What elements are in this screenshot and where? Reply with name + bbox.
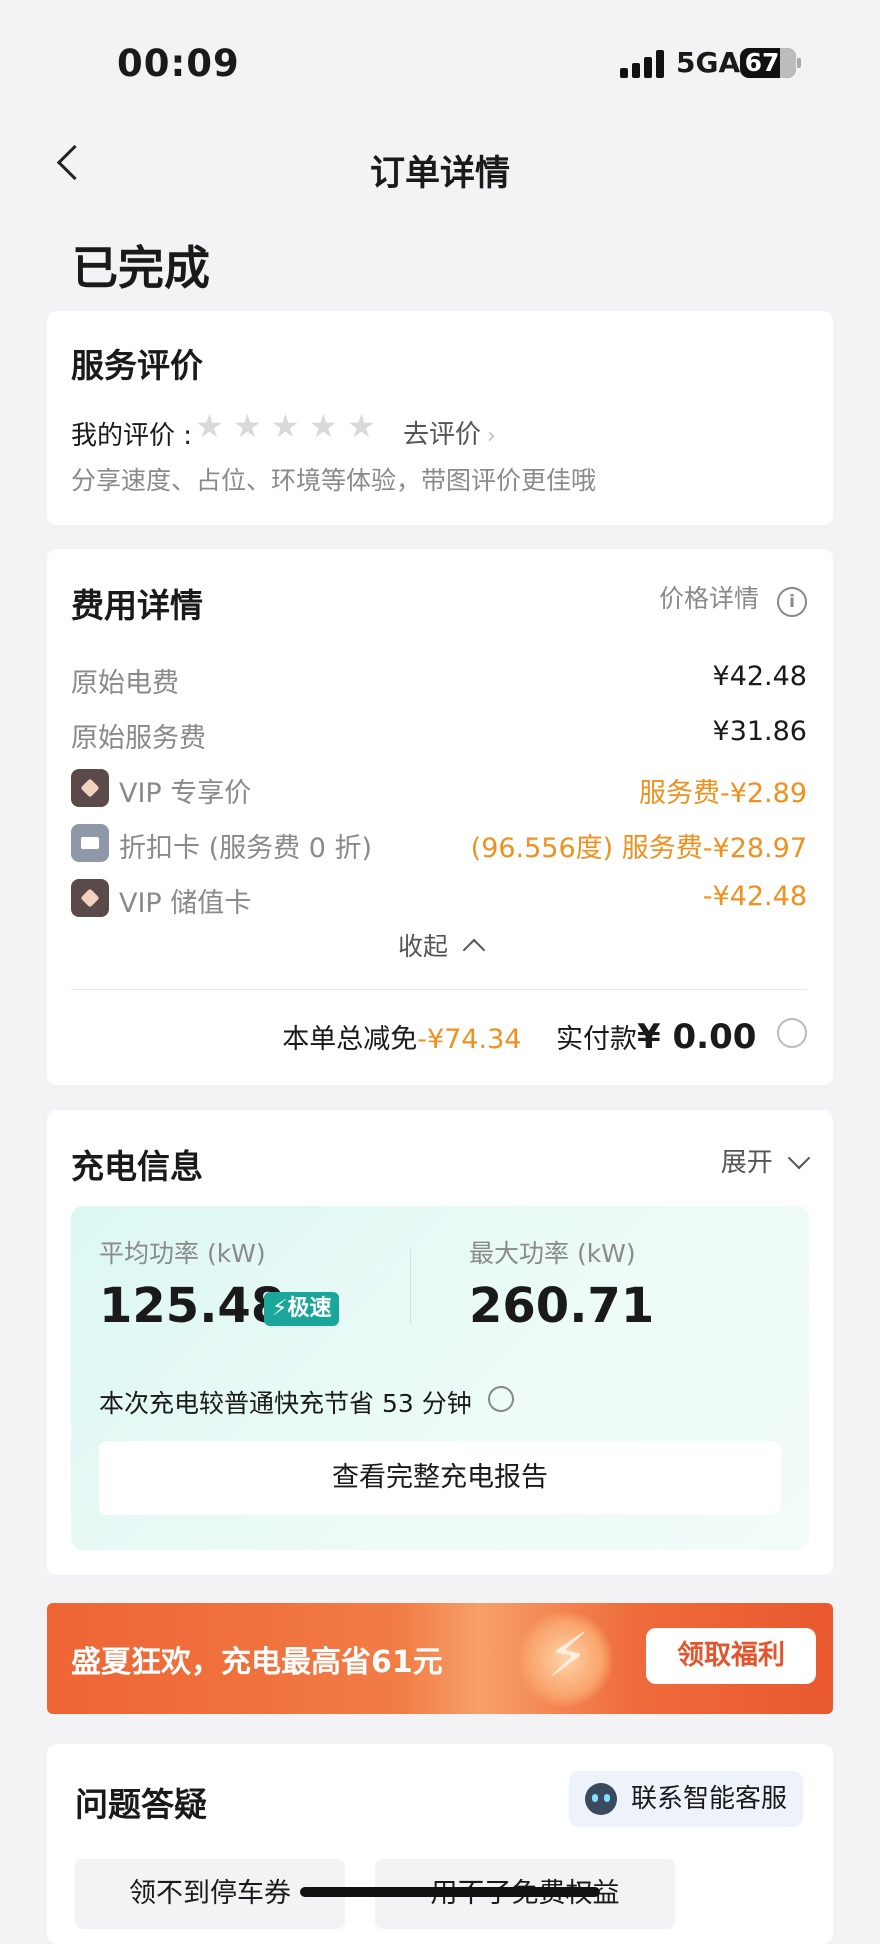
contact-service-button[interactable]: 联系智能客服 xyxy=(568,1771,803,1827)
fee-row-label: 原始服务费 xyxy=(71,723,206,754)
fee-row-value: ¥31.86 xyxy=(712,716,807,747)
network-type: 5GA xyxy=(676,46,741,79)
star-icon[interactable]: ★ xyxy=(271,407,300,445)
review-hint: 分享速度、占位、环境等体验，带图评价更佳哦 xyxy=(71,466,597,495)
charging-card: 充电信息 展开 平均功率 (kW) 125.48 ⚡极速 最大功率 (kW) 2… xyxy=(47,1110,833,1575)
star-icon[interactable]: ★ xyxy=(309,407,338,445)
time-saving-text: 本次充电较普通快充节省 53 分钟 xyxy=(99,1384,514,1420)
promo-text: 盛夏狂欢，充电最高省61元 xyxy=(71,1645,443,1680)
fee-row-label: 原始电费 xyxy=(71,668,179,699)
star-rating[interactable]: ★ ★ ★ ★ ★ xyxy=(195,407,425,447)
collapse-label: 收起 xyxy=(398,932,449,961)
battery-icon: 67 xyxy=(740,48,796,78)
star-icon[interactable]: ★ xyxy=(233,407,262,445)
speed-badge-label: 极速 xyxy=(287,1296,332,1321)
price-detail-label: 价格详情 xyxy=(659,584,760,613)
total-discount-label: 本单总减免 xyxy=(282,1024,418,1055)
charging-stats-panel: 平均功率 (kW) 125.48 ⚡极速 最大功率 (kW) 260.71 本次… xyxy=(71,1206,809,1550)
home-indicator xyxy=(300,1887,600,1897)
discount-card-icon xyxy=(71,824,109,862)
vip-diamond-icon xyxy=(71,769,109,807)
expand-button[interactable]: 展开 xyxy=(720,1142,811,1179)
charging-title: 充电信息 xyxy=(71,1147,203,1186)
cellular-signal-icon xyxy=(620,50,666,78)
order-status: 已完成 xyxy=(72,241,210,295)
view-report-button[interactable]: 查看完整充电报告 xyxy=(99,1441,781,1515)
total-discount-value: -¥74.34 xyxy=(417,1024,522,1055)
paid-value: ¥ 0.00 xyxy=(637,1017,757,1057)
fee-row: 原始电费 ¥42.48 xyxy=(71,661,807,701)
my-rating-label: 我的评价 : xyxy=(71,421,193,451)
lightning-icon: ⚡ xyxy=(547,1621,590,1691)
time-saving-label: 本次充电较普通快充节省 53 分钟 xyxy=(99,1389,472,1418)
star-icon[interactable]: ★ xyxy=(347,407,376,445)
avg-power-label: 平均功率 (kW) xyxy=(99,1239,266,1268)
faq-title: 问题答疑 xyxy=(75,1785,207,1824)
lightning-icon: ⚡ xyxy=(272,1296,288,1321)
chevron-up-icon xyxy=(462,938,486,962)
review-card: 服务评价 我的评价 : ★ ★ ★ ★ ★ 去评价 › 分享速度、占位、环境等体验… xyxy=(47,311,833,525)
go-review-link[interactable]: 去评价 › xyxy=(403,414,496,451)
fee-row-value: (96.556度) 服务费-¥28.97 xyxy=(470,833,807,864)
fee-title: 费用详情 xyxy=(71,586,203,625)
fee-card: 费用详情 价格详情 i 原始电费 ¥42.48 原始服务费 ¥31.86 VIP… xyxy=(47,549,833,1085)
fee-row-label: 折扣卡 (服务费 0 折) xyxy=(119,833,372,864)
paid-label: 实付款 xyxy=(556,1024,638,1055)
promo-banner[interactable]: 盛夏狂欢，充电最高省61元 ⚡ 领取福利 xyxy=(47,1603,833,1714)
fee-row: VIP 专享价 服务费-¥2.89 xyxy=(71,769,807,811)
battery-tip xyxy=(797,58,801,68)
info-icon: i xyxy=(777,587,807,617)
collapse-button[interactable]: 收起 xyxy=(47,927,833,963)
chevron-right-icon: › xyxy=(487,424,496,449)
fee-row-value: 服务费-¥2.89 xyxy=(638,778,807,809)
contact-service-label: 联系智能客服 xyxy=(630,1784,787,1814)
stats-divider xyxy=(410,1248,411,1324)
status-time: 00:09 xyxy=(117,42,240,85)
fee-row: 折扣卡 (服务费 0 折) (96.556度) 服务费-¥28.97 xyxy=(71,824,807,866)
robot-avatar-icon xyxy=(584,1783,617,1815)
faq-card: 问题答疑 联系智能客服 领不到停车券 用不了免费权益 xyxy=(47,1744,833,1944)
fee-row-value: ¥42.48 xyxy=(712,661,807,692)
page-title: 订单详情 xyxy=(369,154,510,194)
price-detail-link[interactable]: 价格详情 i xyxy=(659,579,807,617)
info-icon[interactable] xyxy=(487,1386,514,1412)
fee-row-label: VIP 专享价 xyxy=(119,778,252,809)
max-power-value: 260.71 xyxy=(469,1278,655,1334)
chevron-down-icon xyxy=(787,1146,811,1170)
speed-badge: ⚡极速 xyxy=(264,1292,340,1326)
divider xyxy=(71,989,807,990)
fee-summary: 本单总减免-¥74.34 实付款¥ 0.00 xyxy=(282,1017,807,1061)
expand-label: 展开 xyxy=(720,1148,773,1178)
vip-diamond-icon xyxy=(71,879,109,917)
fee-row-label: VIP 储值卡 xyxy=(119,888,252,919)
claim-benefit-button[interactable]: 领取福利 xyxy=(646,1628,816,1684)
fee-row: VIP 储值卡 -¥42.48 xyxy=(71,879,807,921)
info-icon[interactable] xyxy=(777,1018,807,1048)
star-icon[interactable]: ★ xyxy=(195,407,224,445)
avg-power-value: 125.48 xyxy=(99,1278,285,1334)
max-power-label: 最大功率 (kW) xyxy=(469,1239,636,1268)
review-title: 服务评价 xyxy=(71,346,203,385)
fee-row-value: -¥42.48 xyxy=(702,881,807,912)
go-review-label: 去评价 xyxy=(403,420,482,450)
fee-row: 原始服务费 ¥31.86 xyxy=(71,716,807,756)
